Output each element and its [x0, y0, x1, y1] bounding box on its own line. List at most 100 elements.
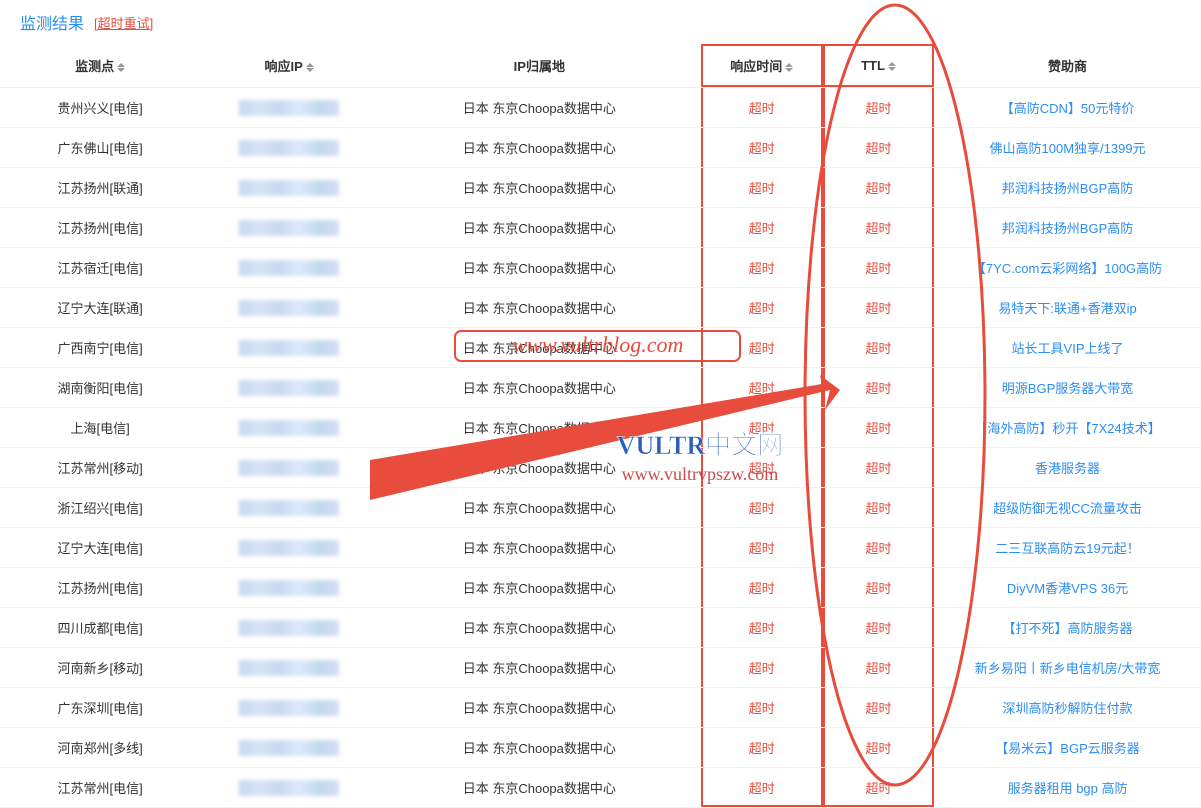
sponsor-link[interactable]: 新乡易阳丨新乡电信机房/大带宽 — [975, 661, 1161, 676]
cell-sponsor: 邦润科技扬州BGP高防 — [934, 208, 1201, 248]
cell-sponsor: 【易米云】BGP云服务器 — [934, 728, 1201, 768]
cell-sponsor: 【7YC.com云彩网络】100G高防 — [934, 248, 1201, 288]
cell-ttl: 超时 — [823, 488, 934, 528]
sort-icon — [785, 63, 793, 72]
table-row: 贵州兴义[电信] 日本 东京Choopa数据中心 超时 超时 【高防CDN】50… — [0, 88, 1201, 128]
col-header-point[interactable]: 监测点 — [0, 44, 200, 88]
col-header-time-label: 响应时间 — [730, 59, 782, 74]
cell-point: 江苏扬州[电信] — [0, 568, 200, 608]
ip-blurred — [239, 460, 339, 476]
cell-sponsor: 超级防御无视CC流量攻击 — [934, 488, 1201, 528]
header: 监测结果 [超时重试] — [0, 0, 1201, 44]
cell-ip — [200, 128, 378, 168]
table-row: 河南新乡[移动] 日本 东京Choopa数据中心 超时 超时 新乡易阳丨新乡电信… — [0, 648, 1201, 688]
cell-ttl: 超时 — [823, 288, 934, 328]
cell-ttl: 超时 — [823, 448, 934, 488]
col-header-location: IP归属地 — [378, 44, 700, 88]
cell-ip — [200, 688, 378, 728]
cell-ip — [200, 448, 378, 488]
cell-ip — [200, 768, 378, 808]
ip-blurred — [239, 420, 339, 436]
sort-icon — [888, 62, 896, 71]
table-row: 江苏常州[移动] 日本 东京Choopa数据中心 超时 超时 香港服务器 — [0, 448, 1201, 488]
cell-location: 日本 东京Choopa数据中心 — [378, 768, 700, 808]
sponsor-link[interactable]: 【高防CDN】50元特价 — [1001, 101, 1135, 116]
col-header-ttl[interactable]: TTL — [823, 44, 934, 88]
cell-point: 辽宁大连[电信] — [0, 528, 200, 568]
cell-ttl: 超时 — [823, 368, 934, 408]
sponsor-link[interactable]: 明源BGP服务器大带宽 — [1002, 381, 1133, 396]
ip-blurred — [239, 740, 339, 756]
cell-ttl: 超时 — [823, 408, 934, 448]
cell-point: 河南郑州[多线] — [0, 728, 200, 768]
col-header-ip[interactable]: 响应IP — [200, 44, 378, 88]
col-header-sponsor-label: 赞助商 — [1048, 59, 1087, 74]
cell-location: 日本 东京Choopa数据中心 — [378, 248, 700, 288]
cell-sponsor: 【海外高防】秒开【7X24技术】 — [934, 408, 1201, 448]
sponsor-link[interactable]: 超级防御无视CC流量攻击 — [993, 501, 1142, 516]
cell-ip — [200, 168, 378, 208]
cell-ttl: 超时 — [823, 768, 934, 808]
cell-ip — [200, 288, 378, 328]
sponsor-link[interactable]: 深圳高防秒解防住付款 — [1003, 701, 1133, 716]
cell-sponsor: 【打不死】高防服务器 — [934, 608, 1201, 648]
sponsor-link[interactable]: 【海外高防】秒开【7X24技术】 — [974, 421, 1160, 436]
sponsor-link[interactable]: DiyVM香港VPS 36元 — [1007, 581, 1128, 596]
cell-time: 超时 — [701, 608, 823, 648]
cell-time: 超时 — [701, 728, 823, 768]
col-header-location-label: IP归属地 — [514, 59, 565, 74]
table-row: 湖南衡阳[电信] 日本 东京Choopa数据中心 超时 超时 明源BGP服务器大… — [0, 368, 1201, 408]
ip-blurred — [239, 260, 339, 276]
sponsor-link[interactable]: 邦润科技扬州BGP高防 — [1002, 221, 1133, 236]
cell-time: 超时 — [701, 248, 823, 288]
cell-location: 日本 东京Choopa数据中心 — [378, 728, 700, 768]
sponsor-link[interactable]: 二三互联高防云19元起！ — [995, 541, 1139, 556]
sponsor-link[interactable]: 香港服务器 — [1035, 461, 1100, 476]
cell-ip — [200, 728, 378, 768]
results-table: 监测点 响应IP IP归属地 响应时间 TTL 赞助商 贵州兴义[电信] 日本 … — [0, 44, 1201, 808]
cell-ttl: 超时 — [823, 728, 934, 768]
cell-time: 超时 — [701, 288, 823, 328]
cell-location: 日本 东京Choopa数据中心 — [378, 408, 700, 448]
ip-blurred — [239, 500, 339, 516]
sponsor-link[interactable]: 佛山高防100M独享/1399元 — [990, 141, 1146, 156]
sponsor-link[interactable]: 服务器租用 bgp 高防 — [1008, 781, 1128, 796]
table-row: 河南郑州[多线] 日本 东京Choopa数据中心 超时 超时 【易米云】BGP云… — [0, 728, 1201, 768]
cell-ip — [200, 488, 378, 528]
cell-ip — [200, 608, 378, 648]
cell-ip — [200, 408, 378, 448]
sponsor-link[interactable]: 【易米云】BGP云服务器 — [995, 741, 1139, 756]
cell-time: 超时 — [701, 768, 823, 808]
sponsor-link[interactable]: 【打不死】高防服务器 — [1003, 621, 1133, 636]
cell-ip — [200, 248, 378, 288]
col-header-time[interactable]: 响应时间 — [701, 44, 823, 88]
cell-ttl: 超时 — [823, 528, 934, 568]
cell-ttl: 超时 — [823, 208, 934, 248]
ip-blurred — [239, 620, 339, 636]
retry-link[interactable]: [超时重试] — [94, 13, 153, 32]
cell-ip — [200, 528, 378, 568]
cell-location: 日本 东京Choopa数据中心 — [378, 88, 700, 128]
sponsor-link[interactable]: 【7YC.com云彩网络】100G高防 — [973, 261, 1162, 276]
cell-sponsor: 二三互联高防云19元起！ — [934, 528, 1201, 568]
cell-location: 日本 东京Choopa数据中心 — [378, 688, 700, 728]
table-row: 辽宁大连[联通] 日本 东京Choopa数据中心 超时 超时 易特天下:联通+香… — [0, 288, 1201, 328]
cell-point: 河南新乡[移动] — [0, 648, 200, 688]
cell-sponsor: 佛山高防100M独享/1399元 — [934, 128, 1201, 168]
ip-blurred — [239, 220, 339, 236]
table-row: 江苏扬州[电信] 日本 东京Choopa数据中心 超时 超时 DiyVM香港VP… — [0, 568, 1201, 608]
cell-ttl: 超时 — [823, 328, 934, 368]
cell-location: 日本 东京Choopa数据中心 — [378, 488, 700, 528]
cell-time: 超时 — [701, 688, 823, 728]
cell-point: 江苏扬州[电信] — [0, 208, 200, 248]
cell-point: 广东佛山[电信] — [0, 128, 200, 168]
table-row: 广东佛山[电信] 日本 东京Choopa数据中心 超时 超时 佛山高防100M独… — [0, 128, 1201, 168]
cell-location: 日本 东京Choopa数据中心 — [378, 528, 700, 568]
cell-point: 江苏宿迁[电信] — [0, 248, 200, 288]
sponsor-link[interactable]: 易特天下:联通+香港双ip — [998, 301, 1136, 316]
cell-point: 贵州兴义[电信] — [0, 88, 200, 128]
sponsor-link[interactable]: 邦润科技扬州BGP高防 — [1002, 181, 1133, 196]
table-header-row: 监测点 响应IP IP归属地 响应时间 TTL 赞助商 — [0, 44, 1201, 88]
cell-point: 广东深圳[电信] — [0, 688, 200, 728]
sponsor-link[interactable]: 站长工具VIP上线了 — [1012, 341, 1124, 356]
